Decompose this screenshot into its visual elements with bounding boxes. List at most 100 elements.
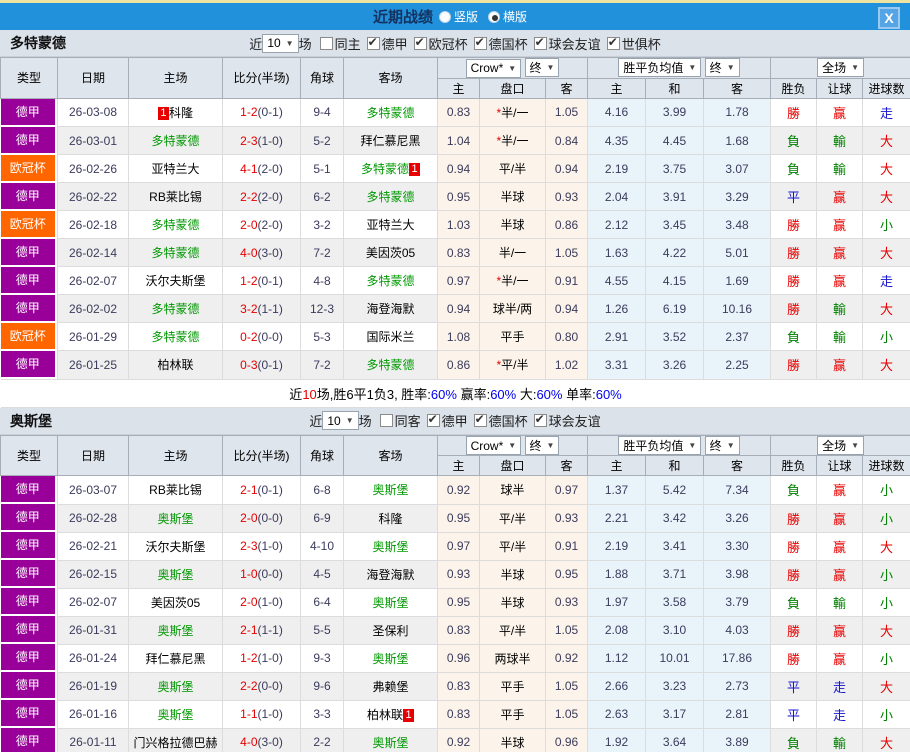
match-count-select[interactable]: 10 ▼ [262, 33, 299, 53]
league-checkbox-球会友谊[interactable] [533, 35, 547, 50]
handicap-result-cell: 赢 [816, 182, 864, 211]
league-checkbox-世俱杯[interactable] [606, 35, 620, 50]
chevron-down-icon: ▼ [546, 440, 555, 450]
bookmaker-select[interactable]: Crow* ▼ [465, 58, 522, 78]
league-cell: 欧冠杯 [0, 210, 58, 239]
odds-away-cell: 1.05 [545, 97, 588, 127]
fullmatch-group-header: 全场 ▼ [770, 57, 910, 79]
goals-result-cell: 大 [862, 182, 910, 211]
same-venue-checkbox[interactable] [379, 414, 393, 427]
final-odds-select-value: 终 [529, 438, 542, 453]
chevron-down-icon: ▼ [851, 440, 859, 450]
odds-away-cell: 0.86 [545, 210, 588, 239]
date-cell: 26-02-15 [57, 559, 129, 589]
col-away: 客场 [343, 434, 438, 476]
mean-select[interactable]: 胜平负均值 ▼ [618, 58, 702, 78]
corners-cell: 6-4 [300, 587, 344, 617]
mean-away-cell: 1.78 [702, 97, 772, 127]
odds-away-cell: 0.93 [545, 587, 588, 617]
match-row: 德甲 26-02-07 美因茨05 2-0(1-0) 6-4 奥斯堡 0.95 半球 0.93 1… [0, 587, 910, 617]
home-team-cell: RB莱比锡 [128, 475, 223, 505]
odds-group-header: Crow* ▼ 终 ▼ [437, 434, 588, 456]
away-team-cell: 海登海默 [343, 559, 438, 589]
handicap-cell: 半球 [479, 182, 546, 211]
match-row: 德甲 26-02-22 RB莱比锡 2-2(2-0) 6-2 多特蒙德 0.95 半球 0.93… [0, 182, 910, 211]
league-checkbox-德国杯[interactable] [473, 412, 487, 427]
score-cell: 2-3(1-0) [222, 531, 301, 561]
home-team-cell: 亚特兰大 [128, 154, 223, 183]
final-mean-select[interactable]: 终 ▼ [704, 435, 740, 455]
match-row: 德甲 26-02-21 沃尔夫斯堡 2-3(1-0) 4-10 奥斯堡 0.97 平/半 0.9… [0, 531, 910, 561]
handicap-cell: *平/半 [479, 350, 546, 380]
home-team-cell: 沃尔夫斯堡 [128, 531, 223, 561]
same-venue-checkbox[interactable] [319, 36, 333, 50]
mean-draw-cell: 4.22 [645, 238, 704, 267]
col-score: 比分(半场) [222, 434, 301, 476]
date-cell: 26-01-24 [57, 643, 129, 673]
date-cell: 26-02-02 [57, 294, 129, 323]
team-label: 科隆 [378, 511, 403, 526]
col-home: 主场 [128, 434, 223, 476]
date-cell: 26-01-19 [57, 671, 129, 701]
result-cell: 平 [770, 699, 818, 729]
team-label: 门兴格拉德巴赫 [133, 735, 218, 750]
odds-home-cell: 0.97 [437, 266, 480, 295]
league-checkbox-欧冠杯[interactable] [413, 35, 427, 50]
result-cell: 勝 [770, 350, 818, 380]
away-team-cell: 多特蒙德 [343, 266, 438, 295]
corners-cell: 5-3 [300, 322, 344, 351]
close-icon[interactable]: X [878, 7, 900, 29]
league-checkbox-德甲[interactable] [366, 35, 380, 50]
odds-home-cell: 0.83 [437, 699, 480, 729]
goals-result-cell: 小 [862, 322, 910, 351]
team-label: 奥斯堡 [372, 735, 409, 750]
team-label: 沃尔夫斯堡 [145, 274, 206, 288]
radio-vertical-layout[interactable]: 竖版 [438, 8, 478, 25]
league-checkbox-球会友谊[interactable] [533, 412, 547, 427]
final-odds-select[interactable]: 终 ▼ [524, 435, 560, 455]
final-mean-select[interactable]: 终 ▼ [704, 58, 740, 78]
date-cell: 26-02-22 [57, 182, 129, 211]
chevron-down-icon: ▼ [546, 63, 555, 72]
league-checkbox-德国杯[interactable] [473, 35, 487, 50]
league-cell: 德甲 [0, 266, 58, 295]
mean-home-cell: 2.19 [587, 154, 646, 183]
corners-cell: 5-2 [300, 126, 344, 155]
league-checkbox-德甲[interactable] [426, 412, 440, 427]
mean-away-cell: 3.89 [702, 727, 772, 752]
home-team-cell: RB莱比锡 [128, 182, 223, 211]
mean-select[interactable]: 胜平负均值 ▼ [618, 435, 702, 455]
fullmatch-select[interactable]: 全场 ▼ [817, 58, 864, 78]
fullmatch-select[interactable]: 全场 ▼ [817, 435, 864, 455]
mean-away-cell: 4.03 [702, 615, 772, 645]
radio-selected-icon[interactable] [488, 10, 500, 23]
final-odds-select[interactable]: 终 ▼ [524, 58, 560, 77]
goals-result-cell: 大 [862, 154, 910, 183]
handicap-star: * [496, 274, 502, 288]
chevron-down-icon: ▼ [285, 38, 294, 48]
mean-home-cell: 1.12 [587, 643, 646, 673]
away-team-cell: 柏林联 1 [343, 699, 438, 729]
match-count-select[interactable]: 10 ▼ [322, 411, 359, 430]
goals-result-cell: 小 [862, 475, 910, 505]
radio-icon[interactable] [438, 10, 451, 23]
odds-away-cell: 0.92 [545, 643, 588, 673]
handicap-cell: 半球 [479, 559, 546, 589]
away-team-cell: 奥斯堡 [343, 475, 438, 505]
radio-horizontal-layout[interactable]: 横版 [488, 8, 527, 25]
score-cell: 3-2(1-1) [222, 294, 301, 323]
handicap-cell: *半/一 [479, 266, 546, 295]
team-label: 美因茨05 [150, 595, 201, 610]
bookmaker-select[interactable]: Crow* ▼ [465, 436, 522, 455]
goals-result-cell: 走 [862, 266, 910, 295]
col-type: 类型 [0, 434, 58, 476]
bookmaker-select-value: Crow* [470, 438, 504, 453]
final-mean-select-value: 终 [709, 61, 722, 76]
date-cell: 26-01-29 [57, 322, 129, 351]
mean-away-cell: 3.30 [702, 531, 772, 561]
mean-away-cell: 5.01 [702, 238, 772, 267]
col-type: 类型 [0, 57, 58, 99]
score-cell: 2-0(0-0) [222, 503, 301, 533]
team-label: RB莱比锡 [149, 190, 202, 204]
match-row: 德甲 26-02-15 奥斯堡 1-0(0-0) 4-5 海登海默 0.93 半球 0.95 1.… [0, 559, 910, 589]
